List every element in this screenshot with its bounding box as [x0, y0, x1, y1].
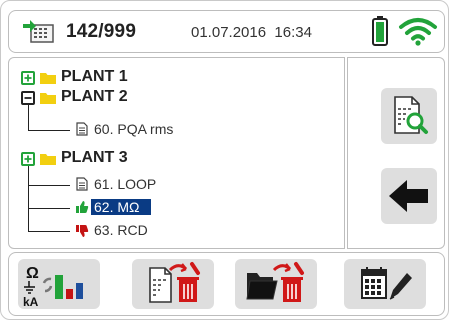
record-icon [76, 122, 88, 136]
instrument-screen: 142/999 01.07.2016 16:34 PLANT 1 PLANT 2… [0, 0, 449, 320]
delete-plant-button[interactable] [235, 259, 317, 309]
expand-toggle-plant-1[interactable] [21, 71, 35, 85]
expand-toggle-plant-3[interactable] [21, 152, 35, 166]
folder-icon [40, 93, 56, 104]
delete-record-icon [149, 262, 200, 303]
edit-calendar-icon [361, 267, 412, 300]
tree-connector [28, 105, 29, 130]
back-arrow-icon [389, 180, 428, 212]
battery-icon [372, 16, 388, 46]
memory-icon [23, 20, 54, 43]
tree-connector [28, 208, 70, 209]
date-time: 01.07.2016 16:34 [191, 24, 312, 41]
back-button[interactable] [381, 168, 437, 224]
measurement-tree-panel: PLANT 1 PLANT 2 60. PQA rms PLANT 3 61. … [8, 57, 345, 249]
memory-count: 142/999 [66, 21, 137, 42]
thumbs-down-icon [76, 225, 89, 237]
delete-record-button[interactable] [132, 259, 214, 309]
plant-label[interactable]: PLANT 2 [61, 88, 128, 106]
delete-plant-icon [246, 262, 304, 302]
tree-connector [28, 185, 70, 186]
measure-symbol-top: Ω [26, 265, 39, 282]
plant-label[interactable]: PLANT 1 [61, 68, 128, 86]
side-action-panel [347, 57, 445, 249]
measure-icon: Ω kA [23, 265, 83, 309]
plant-label[interactable]: PLANT 3 [61, 149, 128, 167]
status-bar: 142/999 01.07.2016 16:34 [8, 10, 445, 53]
measure-symbol-bottom: kA [23, 295, 39, 309]
tree-connector [28, 130, 70, 131]
tree-connector [28, 166, 29, 231]
record-label-selected[interactable]: 62. MΩ [91, 199, 152, 215]
wifi-icon [399, 18, 437, 46]
edit-date-button[interactable] [344, 259, 426, 309]
record-label[interactable]: 63. RCD [94, 222, 148, 238]
record-icon [76, 177, 88, 191]
view-record-button[interactable] [381, 88, 437, 144]
bottom-toolbar: Ω kA [8, 252, 445, 316]
measurement-tree: PLANT 1 PLANT 2 60. PQA rms PLANT 3 61. … [9, 58, 344, 248]
record-label[interactable]: 61. LOOP [94, 176, 156, 192]
tree-connector [28, 231, 70, 232]
folder-icon [40, 154, 56, 165]
folder-icon [40, 73, 56, 84]
record-label[interactable]: 60. PQA rms [94, 121, 173, 137]
collapse-toggle-plant-2[interactable] [21, 91, 35, 105]
view-record-icon [394, 96, 428, 134]
measure-function-button[interactable]: Ω kA [18, 259, 100, 309]
thumbs-up-icon [76, 201, 89, 213]
